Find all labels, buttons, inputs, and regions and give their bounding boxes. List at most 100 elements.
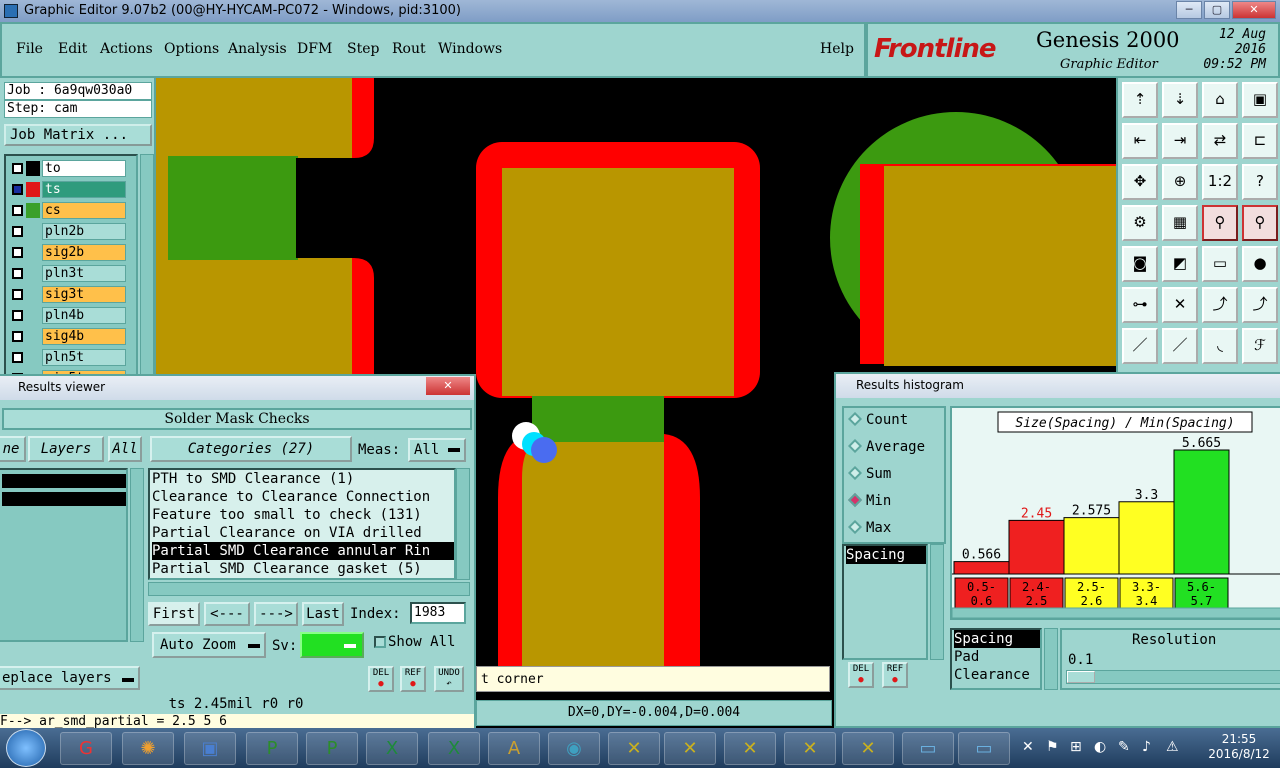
pan-left-icon[interactable]: ⇤	[1122, 123, 1158, 159]
menu-edit[interactable]: Edit	[58, 41, 87, 57]
layer-color-box[interactable]	[26, 245, 40, 260]
house-icon[interactable]: ⌂	[1202, 82, 1238, 118]
mode-option-min[interactable]: Min	[847, 492, 891, 515]
categories-button[interactable]: Categories (27)	[150, 436, 352, 462]
link2-icon[interactable]: ⤴	[1242, 287, 1278, 323]
layer-row-pln3t[interactable]: pln3t	[8, 265, 136, 283]
layer-name[interactable]: ts	[42, 181, 126, 198]
histogram-bottom-scrollbar[interactable]	[1044, 628, 1058, 690]
radio-icon[interactable]	[847, 411, 863, 427]
next-button[interactable]: --->	[254, 602, 298, 626]
menu-rout[interactable]: Rout	[392, 41, 426, 57]
layer-color-box[interactable]	[26, 203, 40, 218]
screen-icon[interactable]: ▭	[902, 732, 954, 765]
zoom-fit-icon[interactable]: ✥	[1122, 164, 1158, 200]
category-item[interactable]: Feature too small to check (131)	[152, 506, 454, 524]
genesis-win4-icon[interactable]: ✕	[784, 732, 836, 765]
resolution-slider-handle[interactable]	[1067, 671, 1095, 683]
tray-warning-icon[interactable]: ⚠	[1166, 739, 1179, 755]
download-icon[interactable]: ⇣	[1162, 82, 1198, 118]
layer-row-cs[interactable]: cs	[8, 202, 136, 220]
genesis-win5-icon[interactable]: ✕	[842, 732, 894, 765]
layer-name[interactable]: to	[42, 160, 126, 177]
undo-button[interactable]: UNDO ↶	[434, 666, 464, 692]
mode-option-max[interactable]: Max	[847, 519, 891, 542]
radio-icon[interactable]	[847, 438, 863, 454]
layer-color-box[interactable]	[26, 329, 40, 344]
layer-checkbox[interactable]	[12, 184, 23, 195]
text-icon[interactable]: ℱ	[1242, 328, 1278, 364]
screen2-icon[interactable]: ▭	[958, 732, 1010, 765]
ruler-icon[interactable]: ▭	[1202, 246, 1238, 282]
index-input[interactable]: 1983	[410, 602, 466, 624]
layer-checkbox[interactable]	[12, 352, 23, 363]
home-up-icon[interactable]: ⇡	[1122, 82, 1158, 118]
line-icon[interactable]: ／	[1122, 328, 1158, 364]
layer-row-pln5t[interactable]: pln5t	[8, 349, 136, 367]
results-viewer-close[interactable]: ✕	[426, 377, 470, 395]
layer-result-row[interactable]	[2, 474, 126, 488]
histogram-ref-button[interactable]: REF ●	[882, 662, 908, 688]
tray-app-icon[interactable]: ◐	[1094, 739, 1106, 755]
auto-zoom-select[interactable]: Auto Zoom	[152, 632, 266, 658]
ratio-icon[interactable]: 1:2	[1202, 164, 1238, 200]
tray-pen-icon[interactable]: ✎	[1118, 739, 1130, 755]
layer-name[interactable]: sig4b	[42, 328, 126, 345]
first-button[interactable]: First	[148, 602, 200, 626]
radio-icon[interactable]	[847, 519, 863, 535]
histogram-bottom-item[interactable]: Spacing	[954, 630, 1040, 648]
layer-color-box[interactable]	[26, 161, 40, 176]
start-button[interactable]	[6, 729, 46, 767]
system-clock[interactable]: 21:55 2016/8/12	[1204, 732, 1274, 762]
layer-checkbox[interactable]	[12, 163, 23, 174]
job-matrix-button[interactable]: Job Matrix ...	[4, 124, 152, 146]
app-g-icon[interactable]: G	[60, 732, 112, 765]
layer-checkbox[interactable]	[12, 247, 23, 258]
fit-icon[interactable]: ▣	[1242, 82, 1278, 118]
last-button[interactable]: Last	[302, 602, 344, 626]
net2-icon[interactable]: ⚲	[1242, 205, 1278, 241]
menu-step[interactable]: Step	[347, 41, 379, 57]
show-all-checkbox[interactable]	[374, 636, 386, 648]
histogram-bottom-list[interactable]: Spacing Pad Clearance	[950, 628, 1042, 690]
step-icon[interactable]: ⊏	[1242, 123, 1278, 159]
resolution-slider[interactable]	[1066, 670, 1280, 684]
layer-name[interactable]: sig3t	[42, 286, 126, 303]
excel-icon[interactable]: X	[366, 732, 418, 765]
menu-actions[interactable]: Actions	[100, 41, 153, 57]
layer-checkbox[interactable]	[12, 310, 23, 321]
layer-color-box[interactable]	[26, 287, 40, 302]
pan-right-icon[interactable]: ⇥	[1162, 123, 1198, 159]
arc-icon[interactable]: ◟	[1202, 328, 1238, 364]
app-shell-icon[interactable]: ✺	[122, 732, 174, 765]
histogram-bottom-item[interactable]: Pad	[954, 648, 1040, 666]
layer-color-box[interactable]	[26, 266, 40, 281]
layer-checkbox[interactable]	[12, 331, 23, 342]
tray-x-icon[interactable]: ✕	[1022, 739, 1034, 755]
snap-icon[interactable]: ⊶	[1122, 287, 1158, 323]
swap-icon[interactable]: ⇄	[1202, 123, 1238, 159]
layer-row-sig2b[interactable]: sig2b	[8, 244, 136, 262]
categories-list[interactable]: PTH to SMD Clearance (1) Clearance to Cle…	[148, 468, 456, 580]
histogram-left-item[interactable]: Spacing	[846, 546, 926, 564]
category-item[interactable]: Clearance to Clearance Connection	[152, 488, 454, 506]
layer-checkbox[interactable]	[12, 226, 23, 237]
category-item[interactable]: PTH to SMD Clearance (1)	[152, 470, 454, 488]
menu-dfm[interactable]: DFM	[297, 41, 332, 57]
line2-icon[interactable]: ／	[1162, 328, 1198, 364]
menu-file[interactable]: File	[16, 41, 43, 57]
grid-icon[interactable]: ▦	[1162, 205, 1198, 241]
tool-icon[interactable]: ⚙	[1122, 205, 1158, 241]
tray-network-icon[interactable]: ⊞	[1070, 739, 1082, 755]
histogram-del-button[interactable]: DEL ●	[848, 662, 874, 688]
col-left-button[interactable]: ne	[0, 436, 26, 462]
prev-button[interactable]: <---	[204, 602, 250, 626]
layer-row-sig4b[interactable]: sig4b	[8, 328, 136, 346]
help-icon[interactable]: ?	[1242, 164, 1278, 200]
mode-option-average[interactable]: Average	[847, 438, 925, 461]
tray-flag-icon[interactable]: ⚑	[1046, 739, 1059, 755]
categories-hscrollbar[interactable]	[148, 582, 470, 596]
layer-result-row[interactable]	[2, 492, 126, 506]
layer-results-scrollbar[interactable]	[130, 468, 144, 642]
layer-name[interactable]: cs	[42, 202, 126, 219]
